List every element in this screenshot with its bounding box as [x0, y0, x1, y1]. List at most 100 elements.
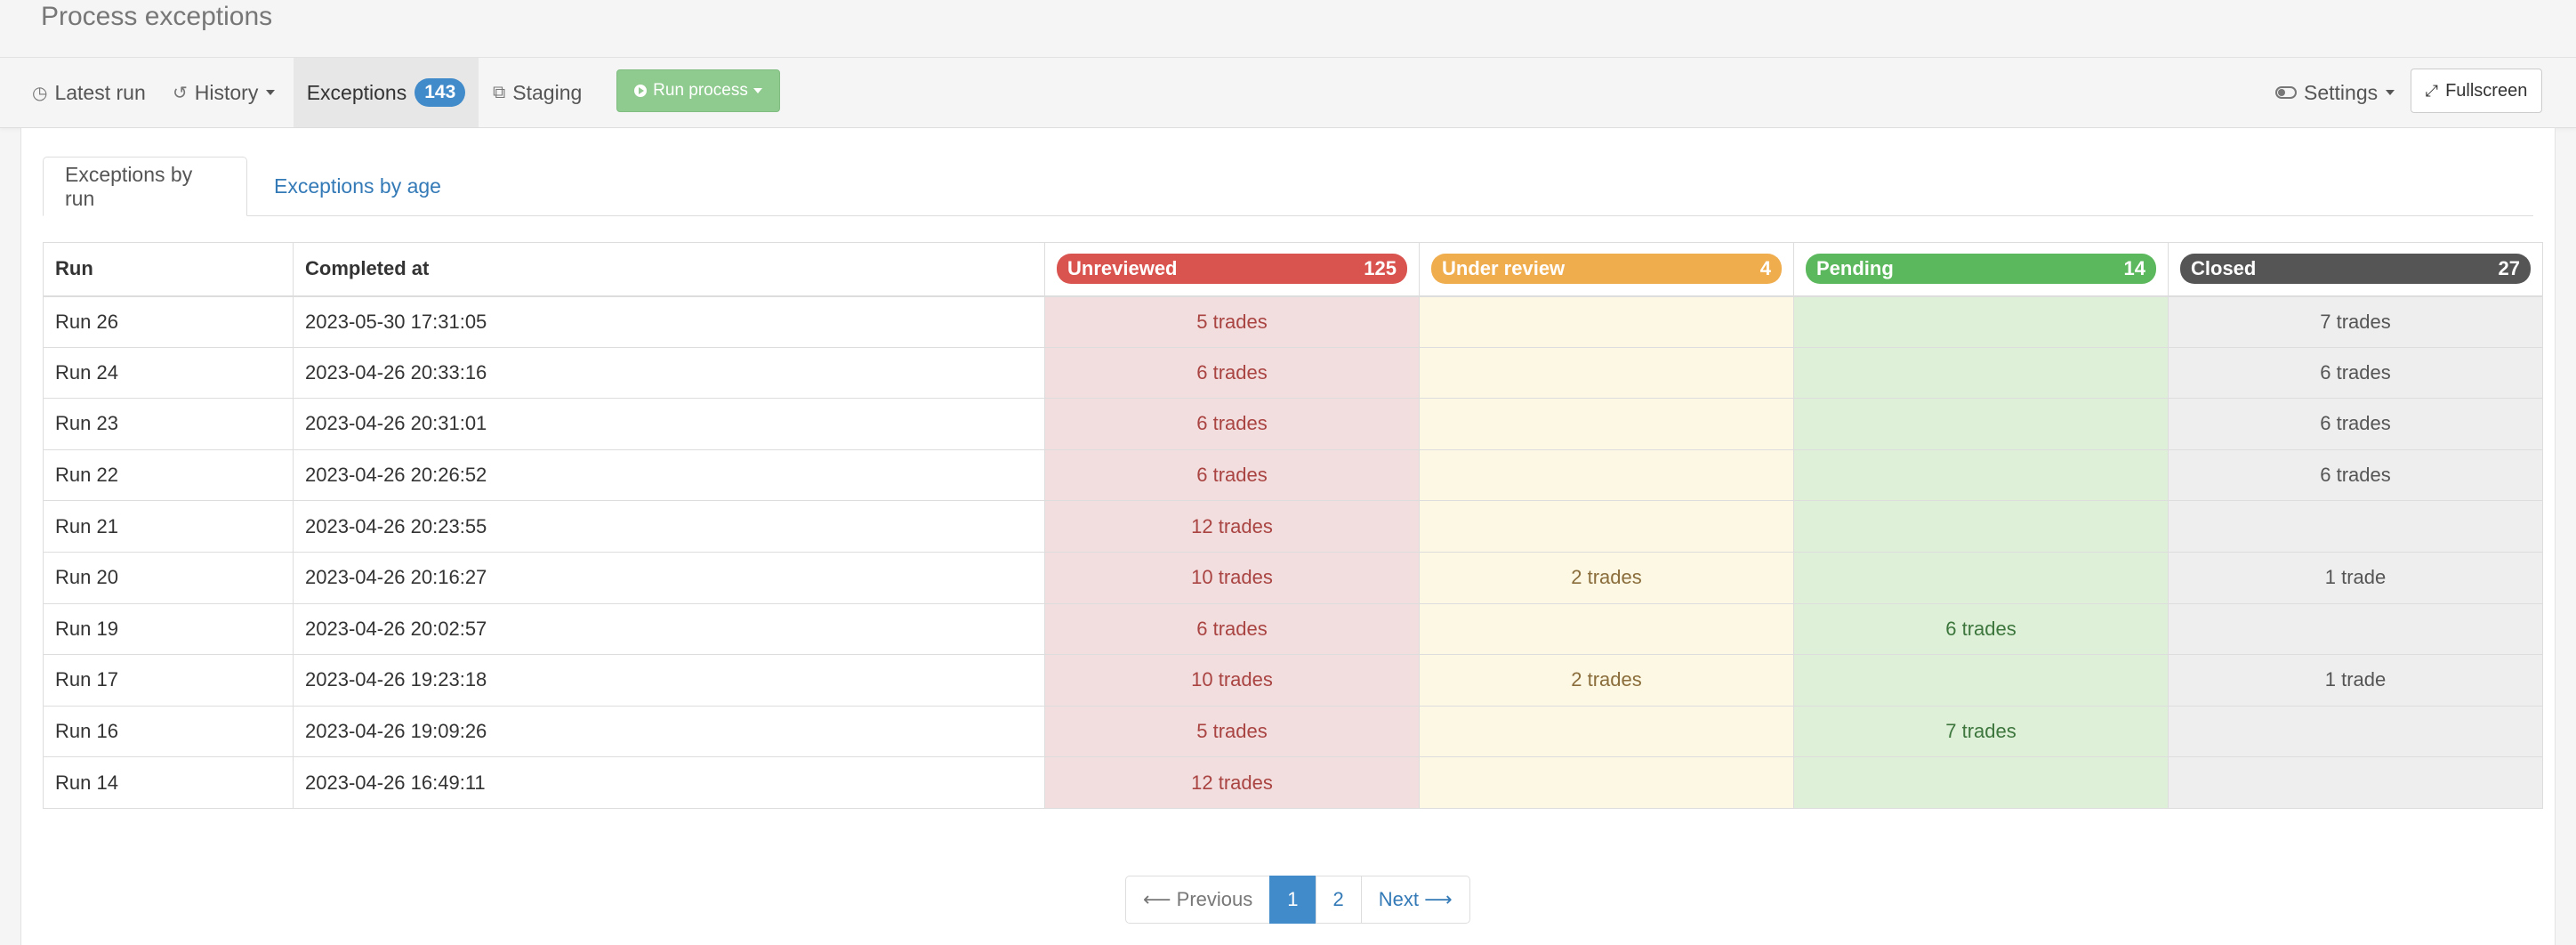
expand-icon: ⤢ — [2425, 81, 2439, 100]
cell-under-review[interactable] — [1419, 602, 1794, 656]
column-header-unreviewed: Unreviewed 125 — [1044, 242, 1420, 297]
sub-tabs: Exceptions by run Exceptions by age — [43, 157, 2533, 216]
cell-closed[interactable] — [2168, 500, 2543, 553]
cell-closed[interactable]: 6 trades — [2168, 346, 2543, 400]
cell-under-review[interactable] — [1419, 500, 1794, 553]
cell-under-review[interactable]: 2 trades — [1419, 654, 1794, 707]
cell-completed-at: 2023-04-26 20:33:16 — [293, 346, 1045, 400]
cell-unreviewed[interactable]: 5 trades — [1044, 295, 1420, 348]
cell-completed-at: 2023-04-26 19:09:26 — [293, 705, 1045, 758]
cell-under-review[interactable] — [1419, 756, 1794, 809]
cell-completed-at: 2023-04-26 20:16:27 — [293, 551, 1045, 604]
cell-pending[interactable] — [1793, 398, 2169, 450]
cell-completed-at: 2023-04-26 20:31:01 — [293, 398, 1045, 450]
status-label-pending: Pending 14 — [1806, 254, 2156, 285]
status-name: Under review — [1442, 257, 1566, 280]
cell-closed[interactable]: 7 trades — [2168, 295, 2543, 348]
table-row[interactable]: Run 22 2023-04-26 20:26:52 6 trades 6 tr… — [43, 448, 2543, 502]
cell-pending[interactable] — [1793, 551, 2169, 604]
history-icon: ↺ — [173, 83, 188, 103]
cell-unreviewed[interactable]: 6 trades — [1044, 448, 1420, 502]
page-subtitle: Process exceptions — [41, 2, 273, 31]
cell-closed[interactable]: 1 trade — [2168, 551, 2543, 604]
cell-closed[interactable] — [2168, 756, 2543, 809]
cell-run: Run 23 — [43, 398, 294, 450]
cell-closed[interactable]: 6 trades — [2168, 398, 2543, 450]
cell-unreviewed[interactable]: 6 trades — [1044, 346, 1420, 400]
cell-pending[interactable] — [1793, 295, 2169, 348]
cell-unreviewed[interactable]: 6 trades — [1044, 602, 1420, 656]
cell-under-review[interactable] — [1419, 346, 1794, 400]
page-1-button[interactable]: 1 — [1269, 876, 1316, 924]
table-row[interactable]: Run 23 2023-04-26 20:31:01 6 trades 6 tr… — [43, 398, 2543, 450]
table-row[interactable]: Run 14 2023-04-26 16:49:11 12 trades — [43, 756, 2543, 809]
cell-pending[interactable] — [1793, 448, 2169, 502]
status-label-unreviewed: Unreviewed 125 — [1057, 254, 1407, 285]
cell-pending[interactable] — [1793, 346, 2169, 400]
history-label: History — [194, 80, 259, 104]
staging-button[interactable]: ⧉ Staging — [493, 58, 582, 127]
chevron-down-icon — [266, 90, 276, 95]
cell-under-review[interactable] — [1419, 295, 1794, 348]
tab-exceptions-by-age[interactable]: Exceptions by age — [253, 157, 463, 215]
cell-unreviewed[interactable]: 6 trades — [1044, 398, 1420, 450]
tab-exceptions[interactable]: Exceptions 143 — [294, 58, 479, 127]
latest-run-label: Latest run — [54, 80, 146, 104]
cell-pending[interactable]: 7 trades — [1793, 705, 2169, 758]
column-header-completed-at: Completed at — [293, 242, 1045, 297]
cell-run: Run 20 — [43, 551, 294, 604]
cell-under-review[interactable] — [1419, 398, 1794, 450]
cell-run: Run 24 — [43, 346, 294, 400]
page-2-button[interactable]: 2 — [1315, 876, 1362, 924]
next-page-button[interactable]: Next ⟶ — [1360, 876, 1470, 924]
cell-pending[interactable] — [1793, 756, 2169, 809]
status-name: Unreviewed — [1067, 257, 1178, 280]
table-row[interactable]: Run 26 2023-05-30 17:31:05 5 trades 7 tr… — [43, 295, 2543, 348]
run-process-button[interactable]: Run process — [616, 69, 780, 112]
cell-closed[interactable] — [2168, 602, 2543, 656]
cell-pending[interactable]: 6 trades — [1793, 602, 2169, 656]
exceptions-count-badge: 143 — [415, 78, 466, 107]
cell-unreviewed[interactable]: 10 trades — [1044, 551, 1420, 604]
cell-under-review[interactable] — [1419, 448, 1794, 502]
table-row[interactable]: Run 19 2023-04-26 20:02:57 6 trades 6 tr… — [43, 602, 2543, 656]
cell-unreviewed[interactable]: 12 trades — [1044, 756, 1420, 809]
fullscreen-button[interactable]: ⤢ Fullscreen — [2411, 69, 2542, 113]
toolbar: ◷ Latest run ↺ History Exceptions 143 ⧉ … — [0, 58, 2576, 128]
status-count: 4 — [1759, 257, 1771, 280]
cell-pending[interactable] — [1793, 500, 2169, 553]
run-process-label: Run process — [653, 81, 748, 100]
column-header-pending: Pending 14 — [1793, 242, 2169, 297]
table-row[interactable]: Run 16 2023-04-26 19:09:26 5 trades 7 tr… — [43, 705, 2543, 758]
column-header-closed: Closed 27 — [2168, 242, 2543, 297]
table-row[interactable]: Run 20 2023-04-26 20:16:27 10 trades 2 t… — [43, 551, 2543, 604]
cell-completed-at: 2023-04-26 19:23:18 — [293, 654, 1045, 707]
cell-closed[interactable]: 6 trades — [2168, 448, 2543, 502]
play-circle-icon — [634, 85, 648, 97]
exceptions-label: Exceptions — [306, 80, 407, 104]
cell-pending[interactable] — [1793, 654, 2169, 707]
cell-closed[interactable] — [2168, 705, 2543, 758]
table-row[interactable]: Run 24 2023-04-26 20:33:16 6 trades 6 tr… — [43, 346, 2543, 400]
cell-unreviewed[interactable]: 5 trades — [1044, 705, 1420, 758]
cell-under-review[interactable]: 2 trades — [1419, 551, 1794, 604]
history-dropdown[interactable]: ↺ History — [173, 58, 276, 127]
cell-completed-at: 2023-04-26 20:02:57 — [293, 602, 1045, 656]
cell-unreviewed[interactable]: 12 trades — [1044, 500, 1420, 553]
status-count: 125 — [1364, 257, 1397, 280]
latest-run-button[interactable]: ◷ Latest run — [32, 58, 146, 127]
previous-page-button[interactable]: ⟵ Previous — [1125, 876, 1271, 924]
tab-exceptions-by-run[interactable]: Exceptions by run — [43, 157, 247, 216]
cell-completed-at: 2023-04-26 20:23:55 — [293, 500, 1045, 553]
table-row[interactable]: Run 21 2023-04-26 20:23:55 12 trades — [43, 500, 2543, 553]
cell-completed-at: 2023-04-26 20:26:52 — [293, 448, 1045, 502]
cell-run: Run 26 — [43, 295, 294, 348]
status-name: Closed — [2191, 257, 2257, 280]
cell-run: Run 14 — [43, 756, 294, 809]
cell-unreviewed[interactable]: 10 trades — [1044, 654, 1420, 707]
settings-dropdown[interactable]: Settings — [2275, 58, 2395, 127]
cell-under-review[interactable] — [1419, 705, 1794, 758]
status-label-closed: Closed 27 — [2180, 254, 2531, 285]
cell-closed[interactable]: 1 trade — [2168, 654, 2543, 707]
table-row[interactable]: Run 17 2023-04-26 19:23:18 10 trades 2 t… — [43, 654, 2543, 707]
